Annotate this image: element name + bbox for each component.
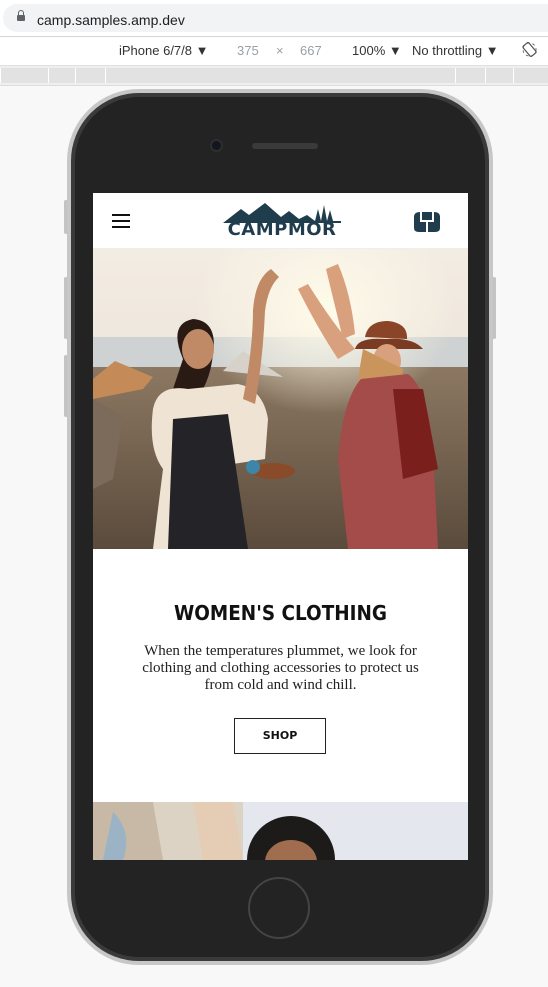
next-promo-image	[93, 802, 468, 860]
beach-dance-photo	[93, 249, 468, 549]
url-text: camp.samples.amp.dev	[37, 12, 185, 28]
zoom-select[interactable]: 100% ▼	[352, 43, 402, 58]
hamburger-menu-icon[interactable]	[112, 214, 130, 228]
device-select[interactable]: iPhone 6/7/8 ▼	[119, 43, 208, 58]
earpiece-speaker	[252, 143, 318, 149]
viewport-height[interactable]: 667	[300, 43, 322, 58]
rotate-icon[interactable]	[522, 42, 537, 57]
lock-icon	[17, 10, 25, 21]
campmor-logo[interactable]: CAMPMOR	[223, 201, 341, 239]
logo-text: CAMPMOR	[227, 219, 337, 240]
viewport-width[interactable]: 375	[237, 43, 259, 58]
shopping-bag-icon[interactable]	[411, 209, 443, 233]
promo-description: When the temperatures plummet, we look f…	[142, 643, 419, 693]
home-button[interactable]	[248, 877, 310, 939]
promo-title: WOMEN'S CLOTHING	[173, 601, 388, 625]
throttling-select[interactable]: No throttling ▼	[412, 43, 499, 58]
promo-section: WOMEN'S CLOTHING When the temperatures p…	[93, 549, 468, 802]
front-camera	[212, 141, 221, 150]
next-promo-photo	[93, 802, 468, 860]
device-toolbar: iPhone 6/7/8 ▼ 375 × 667 100% ▼ No throt…	[0, 37, 548, 66]
media-query-bar[interactable]	[0, 66, 548, 86]
site-header: CAMPMOR	[93, 193, 468, 249]
device-screen: CAMPMOR WOMEN'S CLOTHING When the temper…	[93, 193, 468, 860]
dimension-separator: ×	[276, 43, 284, 58]
url-field[interactable]: camp.samples.amp.dev	[3, 4, 548, 32]
browser-address-bar: camp.samples.amp.dev	[0, 0, 548, 37]
shop-button[interactable]: SHOP	[234, 718, 326, 754]
hero-image	[93, 249, 468, 549]
